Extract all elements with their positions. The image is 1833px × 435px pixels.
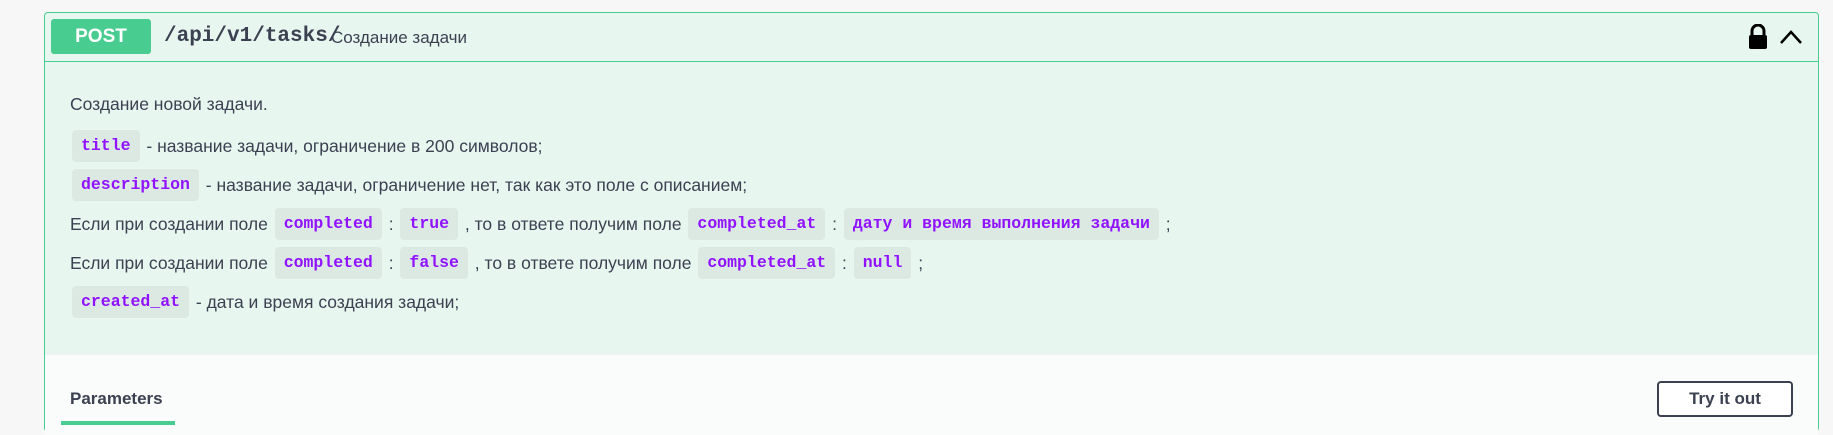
code-false: false xyxy=(400,246,468,279)
code-created-at: created_at xyxy=(72,285,190,318)
operation-summary-bar[interactable]: POST /api/v1/tasks/ Создание задачи xyxy=(45,13,1818,62)
operation-summary-text: Создание задачи xyxy=(331,28,467,47)
code-completed-at: completed_at xyxy=(688,207,826,240)
post-operation-block: POST /api/v1/tasks/ Создание задачи Созд… xyxy=(44,12,1819,435)
code-completed: completed xyxy=(274,207,382,240)
try-it-out-button[interactable]: Try it out xyxy=(1657,381,1793,417)
description-completed-false-line: Если при создании поле completed : false… xyxy=(70,243,1794,282)
code-null: null xyxy=(853,246,912,279)
code-completed-at: completed_at xyxy=(698,246,836,279)
operation-description: Создание новой задачи. title - название … xyxy=(45,62,1818,367)
parameters-section-header: Parameters Try it out xyxy=(45,354,1818,435)
description-title-line: title - название задачи, ограничение в 2… xyxy=(70,126,1794,165)
chevron-up-icon[interactable] xyxy=(1778,26,1804,48)
tab-parameters[interactable]: Parameters xyxy=(70,389,163,409)
active-tab-underline xyxy=(61,421,175,425)
code-title: title xyxy=(72,129,140,162)
code-description: description xyxy=(72,168,199,201)
description-created-at-line: created_at - дата и время создания задач… xyxy=(70,282,1794,321)
endpoint-path[interactable]: /api/v1/tasks/ xyxy=(164,25,340,48)
description-intro: Создание новой задачи. xyxy=(70,94,268,114)
code-completed: completed xyxy=(274,246,382,279)
description-completed-true-line: Если при создании поле completed : true … xyxy=(70,204,1794,243)
lock-icon[interactable] xyxy=(1747,24,1769,50)
code-completed-at-value: дату и время выполнения задачи xyxy=(843,207,1159,240)
http-method-badge: POST xyxy=(51,19,151,54)
description-description-line: description - название задачи, ограничен… xyxy=(70,165,1794,204)
code-true: true xyxy=(400,207,459,240)
